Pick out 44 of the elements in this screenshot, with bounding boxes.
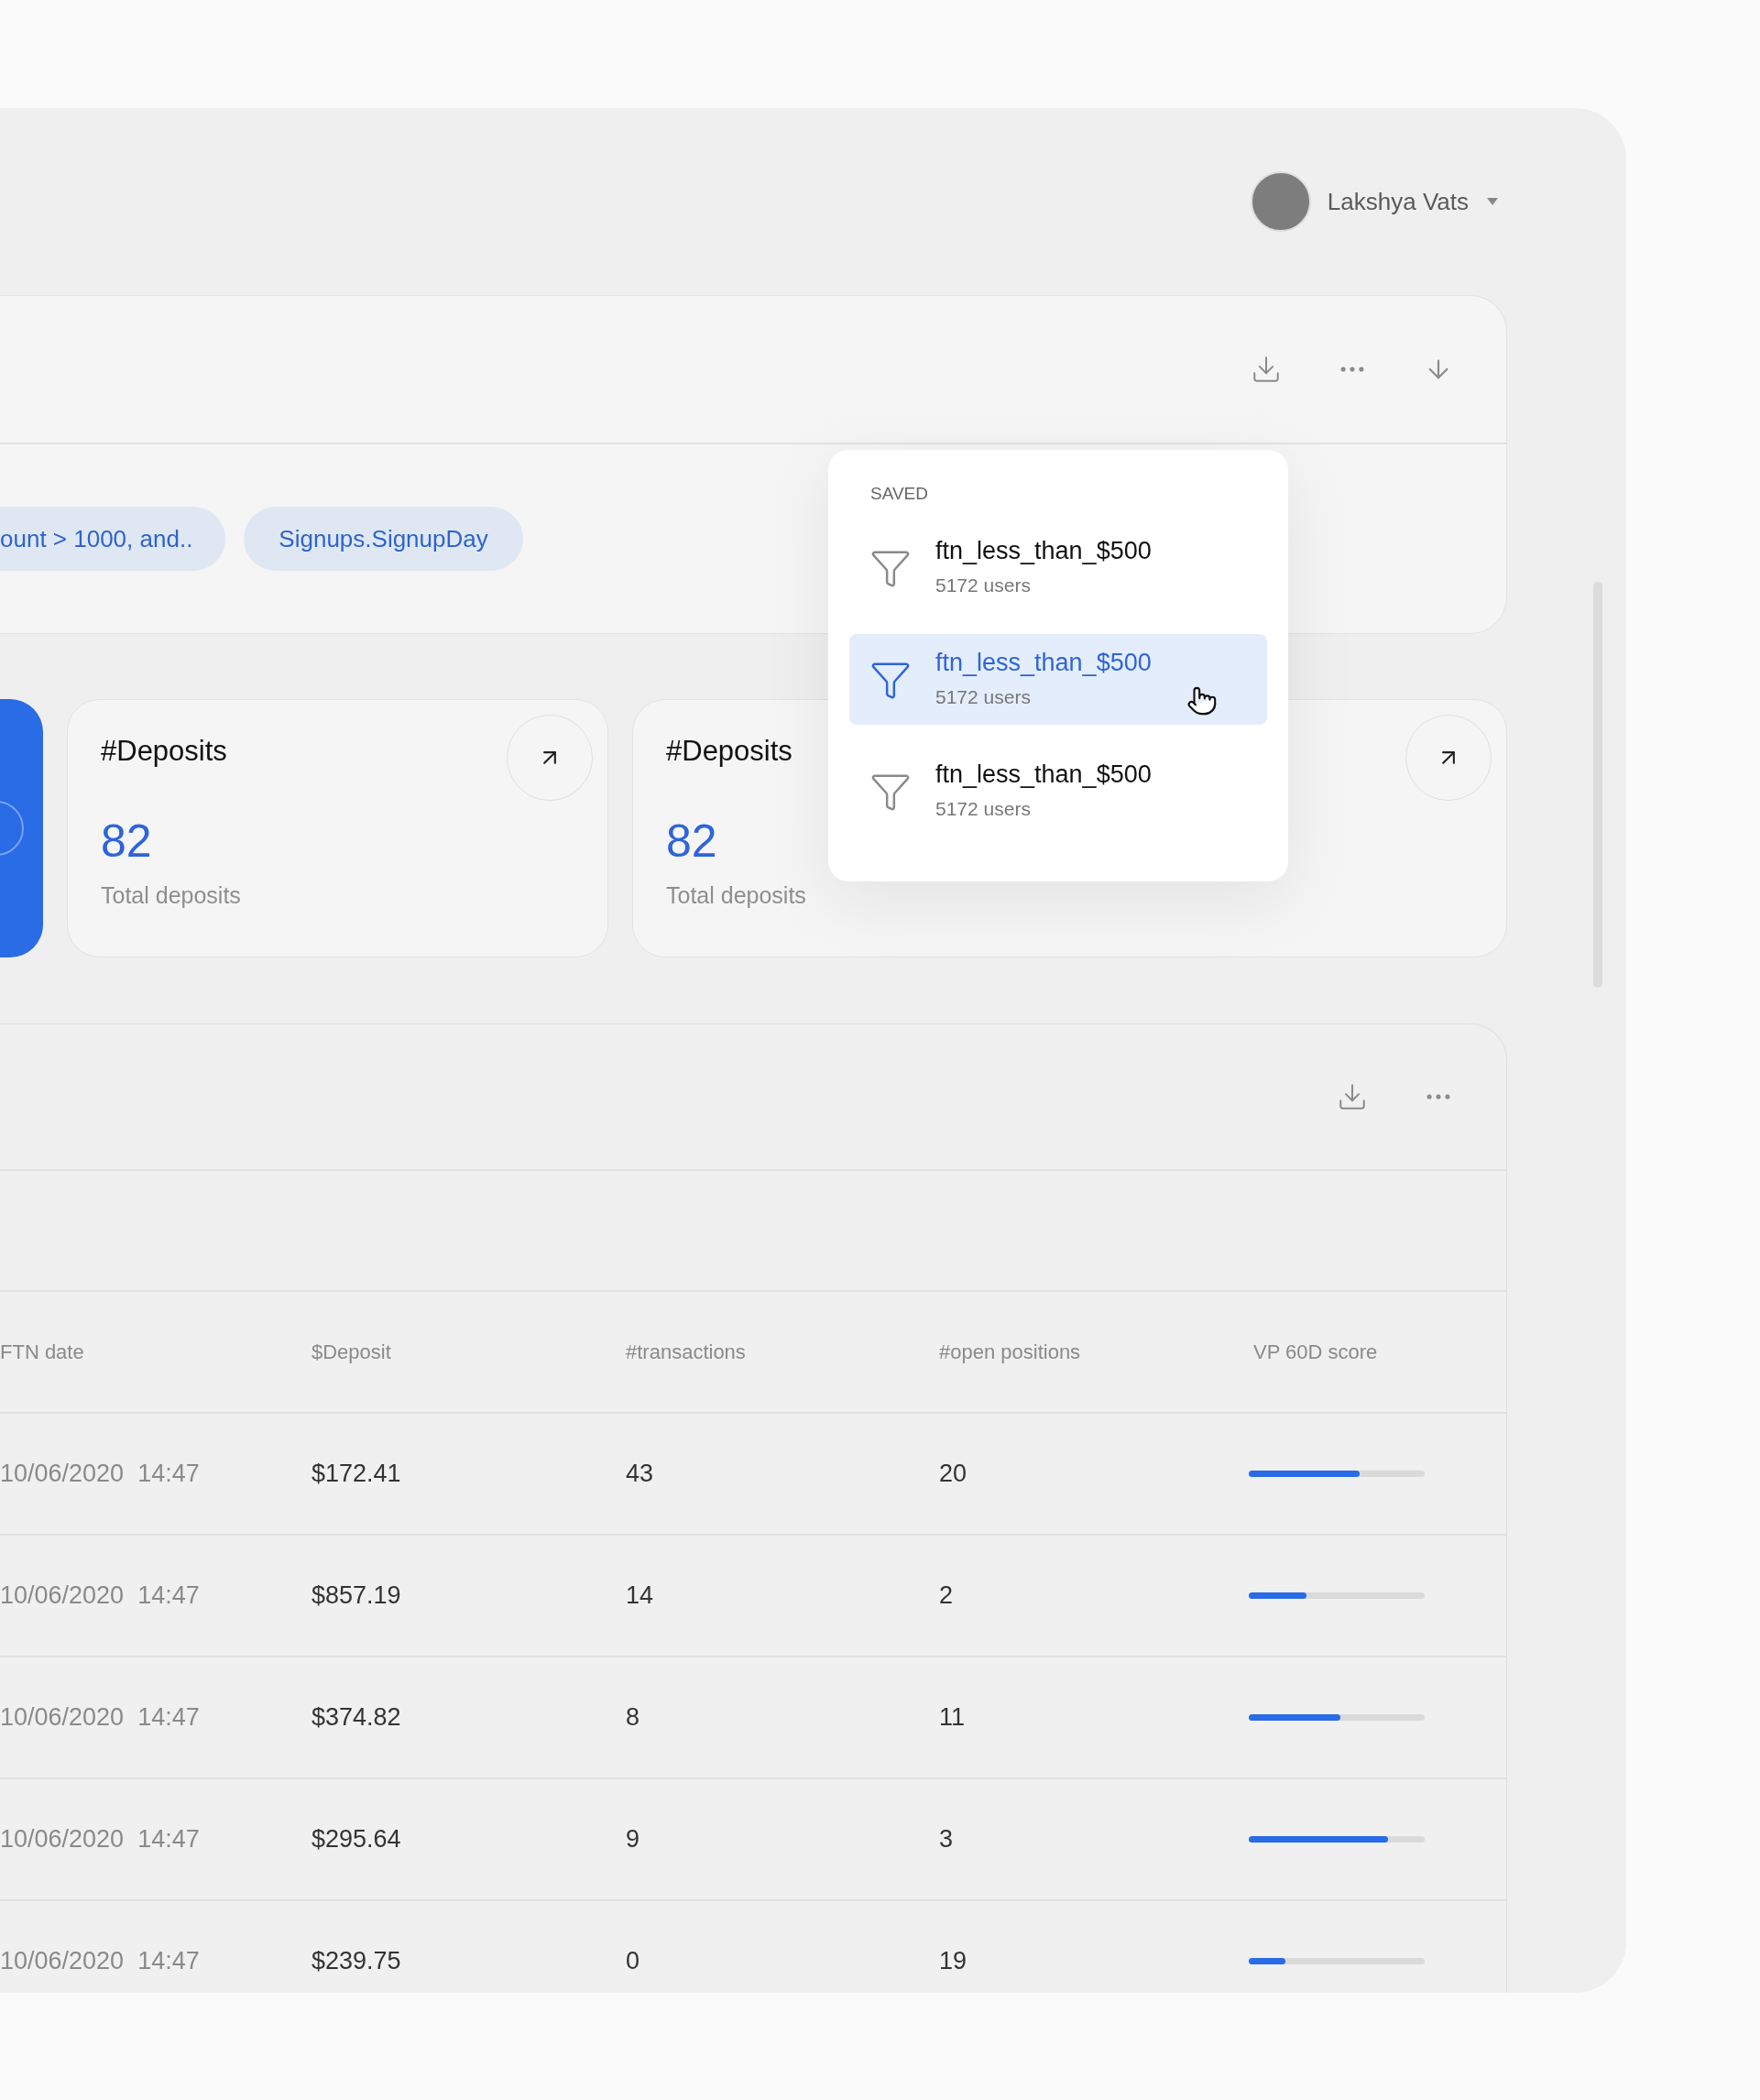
column-header[interactable]: #open positions <box>939 1340 1081 1363</box>
user-name[interactable]: Lakshya Vats <box>1327 183 1469 220</box>
table-cell: 2 <box>939 1581 954 1610</box>
column-header[interactable]: FTN date <box>0 1340 84 1363</box>
filter-chip[interactable]: Signups.SignupDay <box>244 507 523 571</box>
filter-name: ftn_less_than_$500 <box>935 535 1152 566</box>
card-value: 82 <box>101 818 153 864</box>
table-cell: 43 <box>626 1460 654 1488</box>
caret-icon[interactable] <box>1487 198 1498 205</box>
table-cell: 10/06/2020 14:47 <box>0 1581 200 1610</box>
filter-chip[interactable]: ount > 1000, and.. <box>0 507 226 571</box>
table-cell: 14 <box>626 1581 654 1610</box>
table-cell: 10/06/2020 14:47 <box>0 1825 200 1854</box>
card-caption: Total deposits <box>666 884 807 907</box>
table-cell: 10/06/2020 14:47 <box>0 1703 200 1732</box>
filter-name: ftn_less_than_$500 <box>935 647 1152 678</box>
table-cell: 20 <box>939 1460 967 1488</box>
table-cell: $239.75 <box>312 1947 401 1975</box>
column-header[interactable]: $Deposit <box>312 1340 391 1363</box>
table-cell: 10/06/2020 14:47 <box>0 1947 200 1975</box>
table-cell: $374.82 <box>312 1703 401 1732</box>
card-caption: Total deposits <box>101 884 242 907</box>
table-cell: 0 <box>626 1947 640 1975</box>
menu-heading: SAVED <box>869 485 929 502</box>
table-cell: 10/06/2020 14:47 <box>0 1460 200 1488</box>
table-cell: 11 <box>939 1703 966 1732</box>
filter-name: ftn_less_than_$500 <box>935 759 1152 790</box>
table-cell: 8 <box>626 1703 640 1732</box>
hand-cursor-icon <box>1186 685 1218 716</box>
table-cell: 19 <box>939 1947 967 1975</box>
filter-count: 5172 users <box>935 573 1032 597</box>
table-cell: $295.64 <box>312 1825 401 1854</box>
table-cell: 3 <box>939 1825 954 1854</box>
card-title: #Deposits <box>666 737 793 765</box>
filter-count: 5172 users <box>935 684 1032 709</box>
table-cell: 9 <box>626 1825 640 1854</box>
card-title: #Deposits <box>101 737 227 765</box>
card-value: 82 <box>666 818 718 864</box>
table-cell: $857.19 <box>312 1581 401 1610</box>
saved-filter-item[interactable]: ftn_less_than_$500 5172 users <box>849 634 1267 725</box>
table-cell: $172.41 <box>312 1460 401 1488</box>
column-header[interactable]: #transactions <box>626 1340 746 1363</box>
column-header[interactable]: VP 60D score <box>1253 1340 1378 1363</box>
filter-count: 5172 users <box>935 796 1032 821</box>
